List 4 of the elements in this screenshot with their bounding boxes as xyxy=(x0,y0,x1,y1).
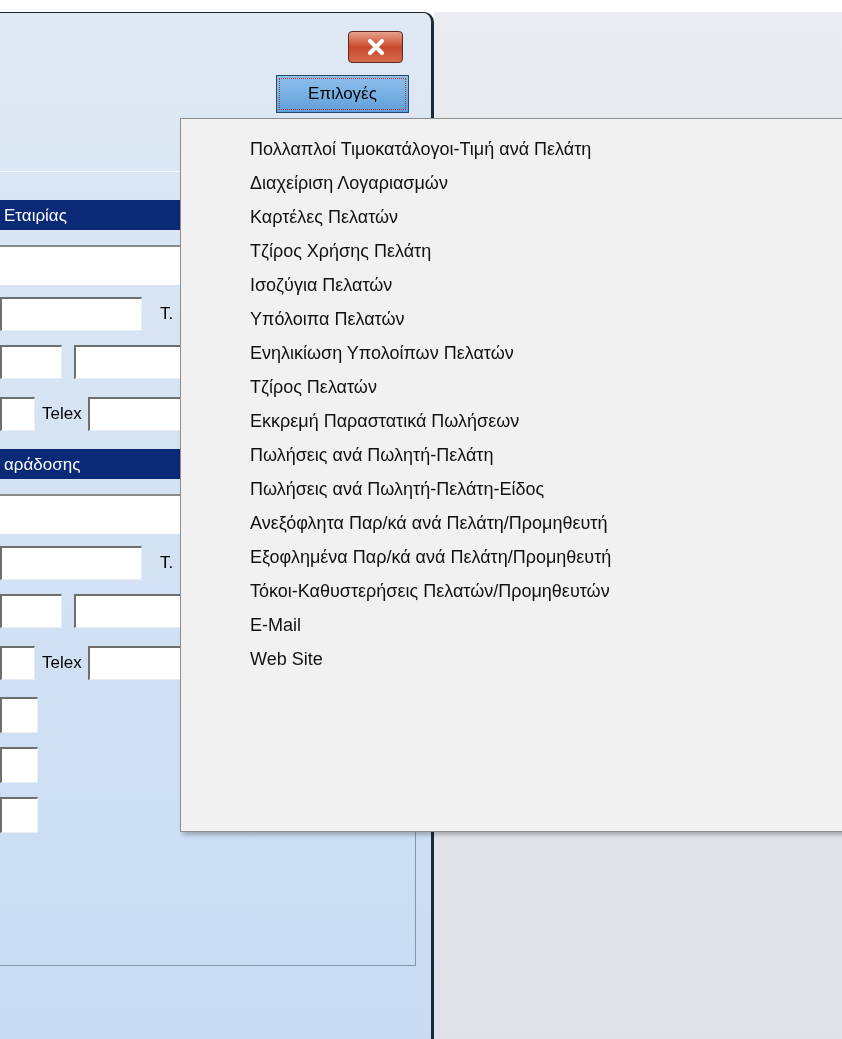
phone-label: T. xyxy=(160,552,174,575)
telex-label: Telex xyxy=(42,652,82,675)
phone-label: T. xyxy=(160,303,174,326)
telex-label: Telex xyxy=(42,403,82,426)
